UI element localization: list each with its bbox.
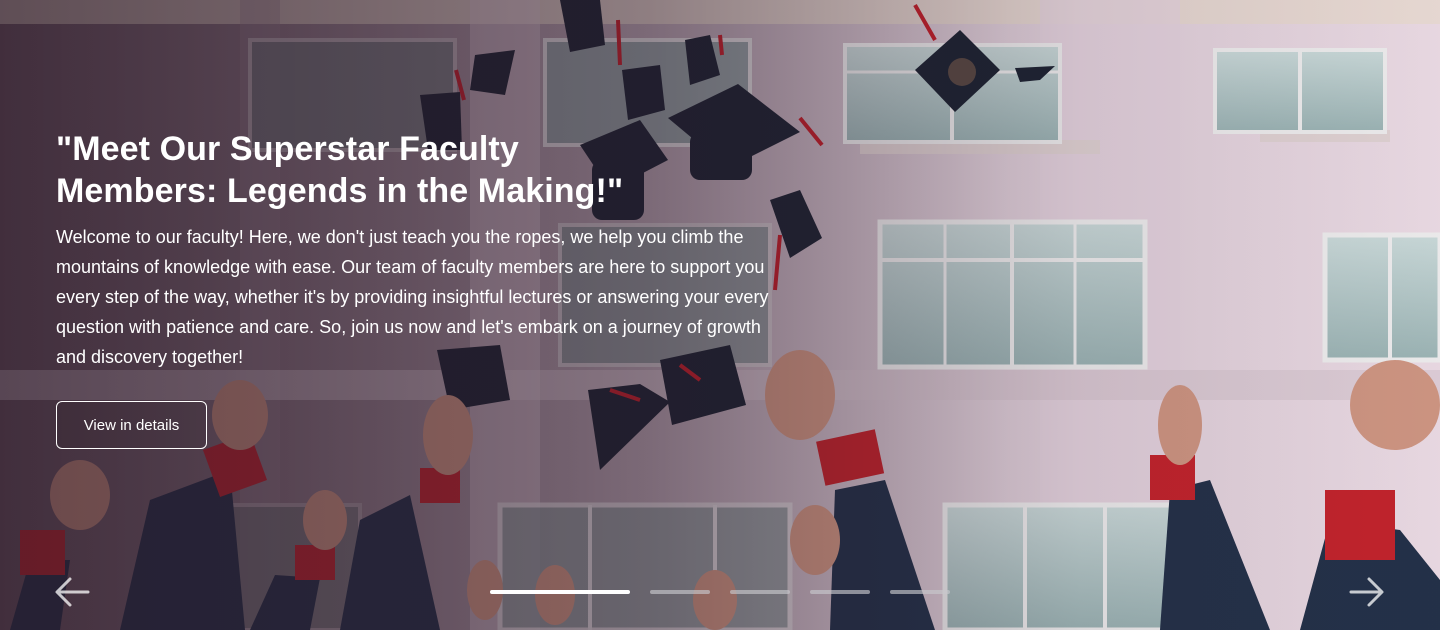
carousel-indicator-2[interactable] — [650, 590, 710, 594]
carousel-next-button[interactable] — [1347, 574, 1387, 610]
carousel-indicator-3[interactable] — [730, 590, 790, 594]
carousel-indicator-1[interactable] — [490, 590, 630, 594]
arrow-right-icon — [1347, 574, 1387, 610]
arrow-left-icon — [52, 574, 92, 610]
hero-banner: "Meet Our Superstar Faculty Members: Leg… — [0, 0, 1440, 630]
hero-description: Welcome to our faculty! Here, we don't j… — [56, 227, 769, 367]
carousel-prev-button[interactable] — [52, 574, 92, 610]
view-details-button[interactable]: View in details — [56, 401, 207, 449]
carousel-indicator-5[interactable] — [890, 590, 950, 594]
carousel-indicator-4[interactable] — [810, 590, 870, 594]
hero-content: "Meet Our Superstar Faculty Members: Leg… — [56, 128, 776, 372]
hero-title: "Meet Our Superstar Faculty Members: Leg… — [56, 130, 624, 210]
carousel-pagination — [490, 589, 950, 595]
